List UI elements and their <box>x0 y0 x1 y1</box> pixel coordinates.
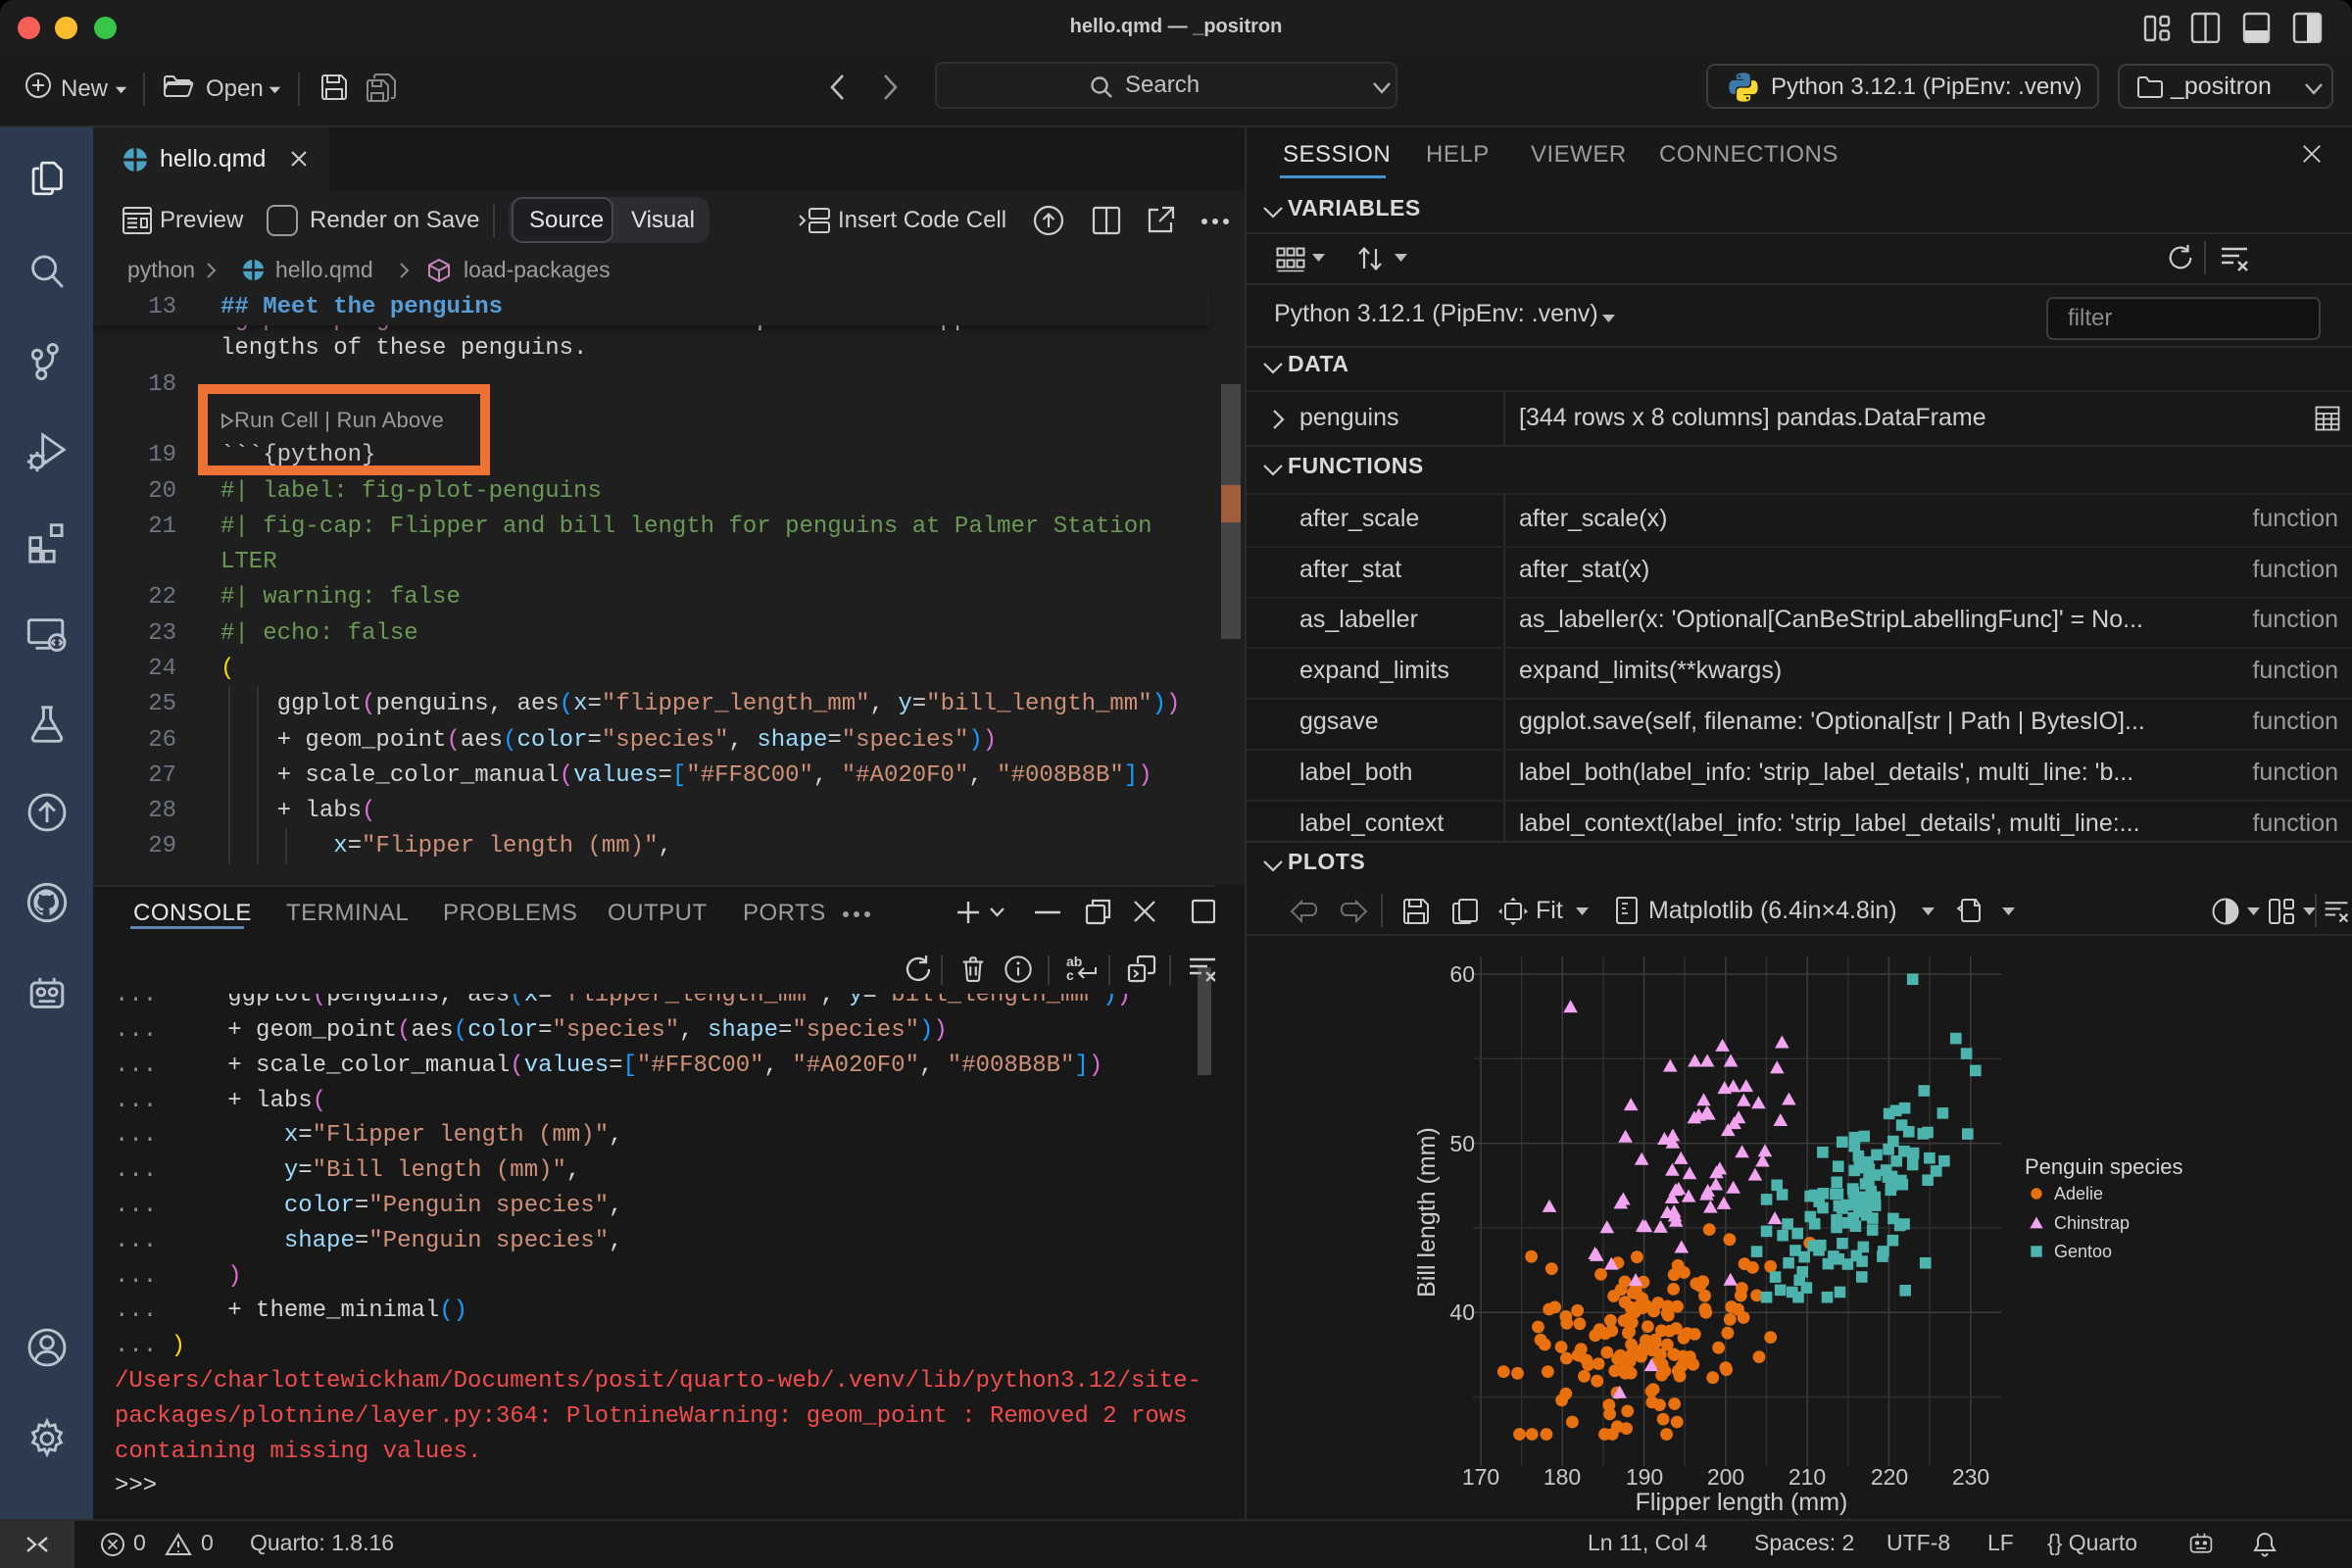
svg-text:200: 200 <box>1707 1464 1744 1490</box>
svg-text:170: 170 <box>1462 1464 1499 1490</box>
svg-text:Penguin species: Penguin species <box>2025 1154 2182 1179</box>
svg-text:210: 210 <box>1788 1464 1826 1490</box>
svg-text:Bill length (mm): Bill length (mm) <box>1413 1127 1441 1298</box>
svg-text:Flipper length (mm): Flipper length (mm) <box>1636 1489 1848 1516</box>
svg-text:c: c <box>1066 967 1074 983</box>
svg-text:50: 50 <box>1449 1131 1475 1156</box>
svg-text:Chinstrap: Chinstrap <box>2054 1213 2130 1233</box>
svg-text:Gentoo: Gentoo <box>2054 1242 2112 1261</box>
svg-text:Adelie: Adelie <box>2054 1184 2103 1203</box>
svg-text:180: 180 <box>1544 1464 1581 1490</box>
svg-text:40: 40 <box>1449 1299 1475 1325</box>
svg-text:60: 60 <box>1449 961 1475 987</box>
svg-text:190: 190 <box>1626 1464 1663 1490</box>
svg-text:220: 220 <box>1871 1464 1908 1490</box>
svg-text:230: 230 <box>1952 1464 1989 1490</box>
